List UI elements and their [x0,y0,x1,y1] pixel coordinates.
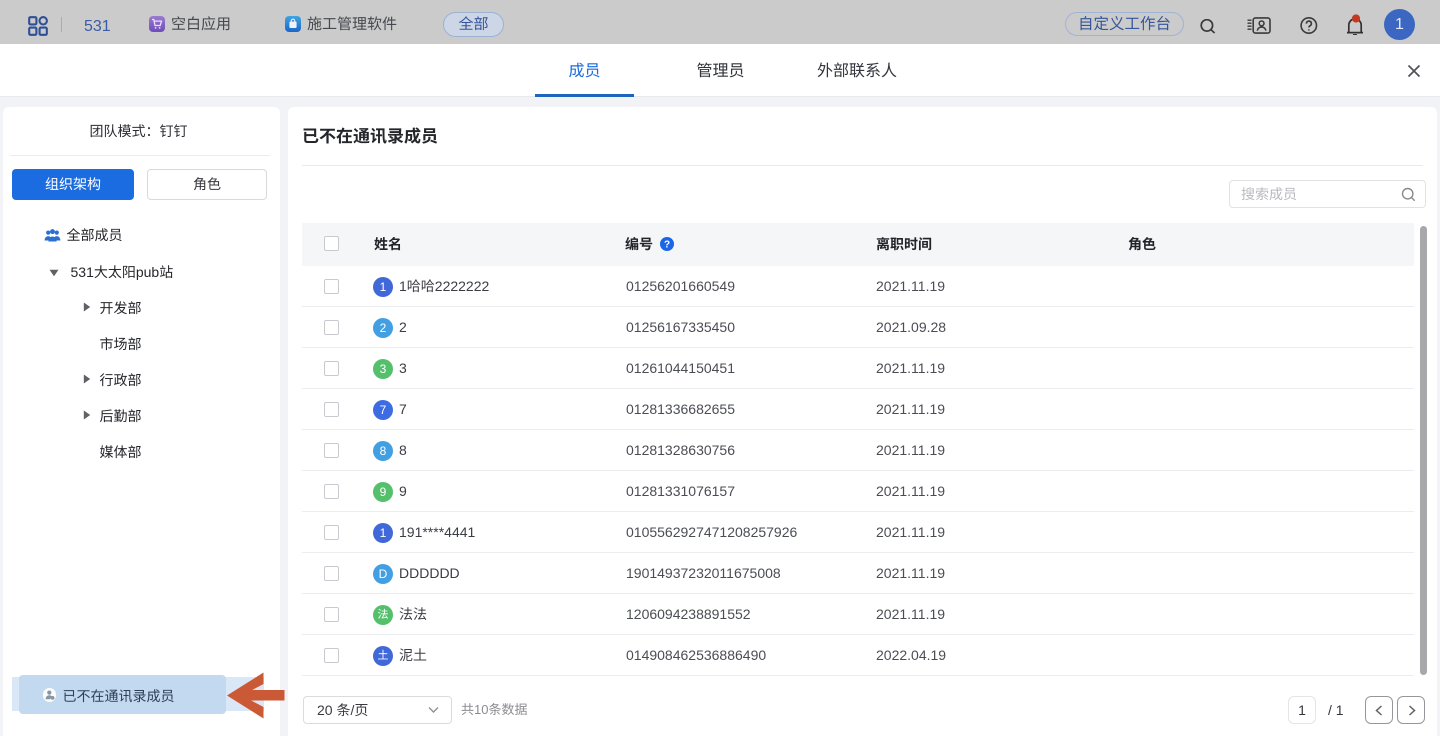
svg-text:?: ? [664,240,670,251]
